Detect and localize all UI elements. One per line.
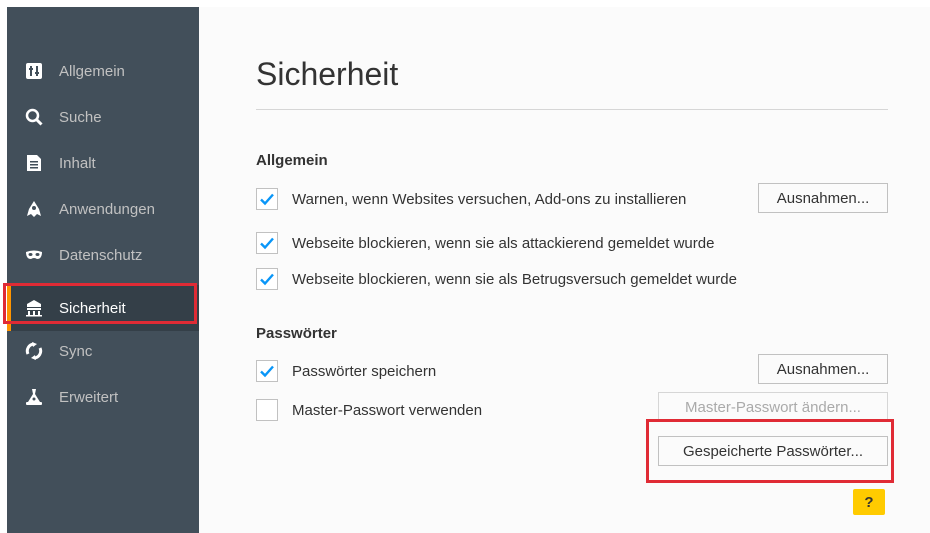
addons-exceptions-button[interactable]: Ausnahmen...	[758, 183, 888, 213]
sidebar-item-label: Sync	[59, 342, 93, 360]
change-master-password-button[interactable]: Master-Passwort ändern...	[658, 392, 888, 422]
saved-passwords-button[interactable]: Gespeicherte Passwörter...	[658, 436, 888, 466]
sidebar-item-label: Allgemein	[59, 62, 125, 80]
sidebar-item-label: Suche	[59, 108, 102, 126]
save-passwords-checkbox[interactable]	[256, 360, 278, 382]
sidebar-item-label: Sicherheit	[59, 299, 126, 317]
warn-addons-row: Warnen, wenn Websites versuchen, Add-ons…	[256, 185, 686, 213]
help-button[interactable]: ?	[853, 489, 885, 515]
main-panel: Sicherheit Allgemein Warnen, wenn Websit…	[199, 7, 930, 533]
sidebar-item-label: Datenschutz	[59, 246, 143, 264]
warn-addons-label: Warnen, wenn Websites versuchen, Add-ons…	[292, 190, 687, 208]
sidebar-item-label: Anwendungen	[59, 200, 155, 218]
advanced-icon	[25, 388, 43, 406]
password-exceptions-button[interactable]: Ausnahmen...	[758, 354, 888, 384]
applications-icon	[25, 200, 43, 218]
sidebar-item-allgemein[interactable]: Allgemein	[7, 48, 199, 94]
sidebar-item-label: Inhalt	[59, 154, 96, 172]
warn-addons-checkbox[interactable]	[256, 188, 278, 210]
save-passwords-row: Passwörter speichern	[256, 357, 436, 385]
section-heading-allgemein: Allgemein	[256, 152, 328, 169]
sidebar-item-suche[interactable]: Suche	[7, 94, 199, 140]
title-divider	[256, 109, 888, 110]
page-title: Sicherheit	[256, 56, 399, 92]
section-heading-passwoerter: Passwörter	[256, 325, 337, 342]
general-icon	[25, 62, 43, 80]
selected-indicator	[7, 285, 11, 331]
sidebar-item-sync[interactable]: Sync	[7, 328, 199, 374]
sidebar-item-sicherheit[interactable]: Sicherheit	[7, 285, 199, 331]
content-icon	[25, 154, 43, 172]
save-passwords-label: Passwörter speichern	[292, 362, 437, 380]
block-fraud-label: Webseite blockieren, wenn sie als Betrug…	[292, 270, 737, 288]
sidebar-item-datenschutz[interactable]: Datenschutz	[7, 232, 199, 278]
master-password-label: Master-Passwort verwenden	[292, 401, 483, 419]
security-icon	[25, 299, 43, 317]
master-password-checkbox[interactable]	[256, 399, 278, 421]
checkmark-icon	[260, 273, 274, 286]
sidebar-item-erweitert[interactable]: Erweitert	[7, 374, 199, 420]
privacy-mask-icon	[25, 246, 43, 264]
sidebar-item-inhalt[interactable]: Inhalt	[7, 140, 199, 186]
checkmark-icon	[260, 237, 274, 250]
sidebar: Allgemein Suche Inhalt Anwendungen Daten…	[7, 7, 199, 533]
block-attack-row: Webseite blockieren, wenn sie als attack…	[256, 229, 714, 257]
sidebar-item-label: Erweitert	[59, 388, 119, 406]
master-password-row: Master-Passwort verwenden	[256, 396, 482, 424]
checkmark-icon	[260, 365, 274, 378]
block-fraud-checkbox[interactable]	[256, 268, 278, 290]
block-attack-checkbox[interactable]	[256, 232, 278, 254]
block-fraud-row: Webseite blockieren, wenn sie als Betrug…	[256, 265, 737, 293]
search-icon	[25, 108, 43, 126]
sync-icon	[25, 342, 43, 360]
checkmark-icon	[260, 193, 274, 206]
block-attack-label: Webseite blockieren, wenn sie als attack…	[292, 234, 715, 252]
sidebar-item-anwendungen[interactable]: Anwendungen	[7, 186, 199, 232]
